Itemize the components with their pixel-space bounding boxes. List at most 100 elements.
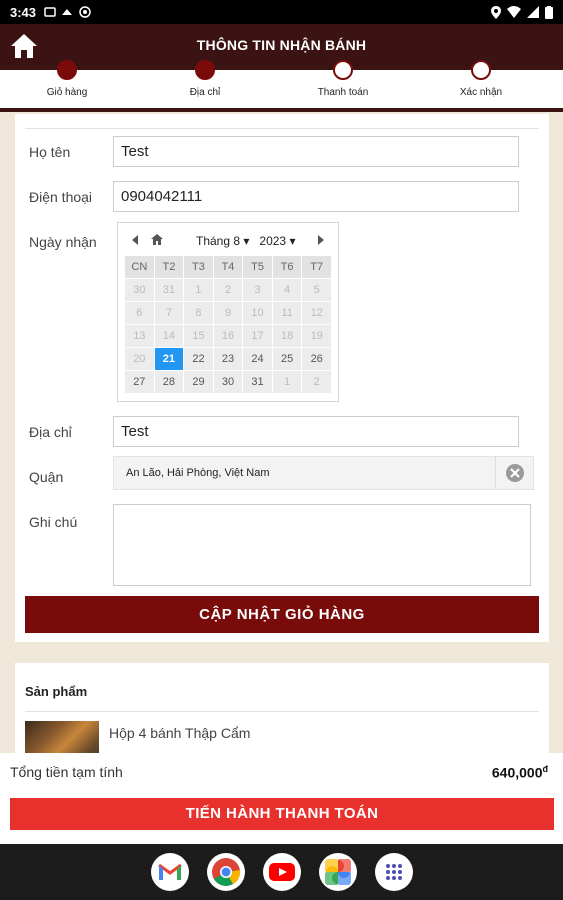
step-confirm[interactable]: Xác nhận bbox=[421, 60, 541, 98]
weekday-header: T4 bbox=[213, 256, 243, 278]
battery-icon bbox=[545, 5, 553, 19]
calendar-day[interactable]: 25 bbox=[272, 348, 302, 370]
step-dot bbox=[57, 60, 77, 80]
calendar-day[interactable]: 28 bbox=[154, 371, 184, 393]
calendar-day: 15 bbox=[184, 325, 213, 347]
calendar-day: 8 bbox=[184, 302, 213, 324]
calendar-grid: CN T2 T3 T4 T5 T6 T7 30 31 1 2 3 4 5 6 7… bbox=[124, 255, 332, 394]
prev-month-icon[interactable] bbox=[124, 234, 146, 248]
calendar-day: 30 bbox=[125, 279, 154, 301]
weekday-header: T2 bbox=[154, 256, 184, 278]
phone-field[interactable]: 0904042111 bbox=[113, 181, 519, 212]
phone-label: Điện thoại bbox=[29, 189, 93, 205]
week-row: 6 7 8 9 10 11 12 bbox=[125, 302, 331, 324]
signal-icon bbox=[527, 6, 539, 18]
checkout-bar: Tổng tiền tạm tính 640,000đ TIẾN HÀNH TH… bbox=[0, 753, 563, 844]
district-select[interactable]: An Lão, Hải Phòng, Việt Nam bbox=[113, 456, 534, 490]
calendar-day[interactable]: 24 bbox=[243, 348, 272, 370]
calendar-day[interactable]: 22 bbox=[184, 348, 213, 370]
address-field[interactable]: Test bbox=[113, 416, 519, 447]
status-time: 3:43 bbox=[10, 4, 37, 20]
calendar-day[interactable]: 1 bbox=[272, 371, 302, 393]
calendar-day: 31 bbox=[154, 279, 184, 301]
wifi-icon bbox=[507, 6, 521, 18]
products-card: Sản phẩm Hộp 4 bánh Thập Cẩm bbox=[15, 663, 549, 763]
chrome-icon[interactable] bbox=[206, 853, 245, 891]
calendar-day: 7 bbox=[154, 302, 184, 324]
step-address[interactable]: Địa chỉ bbox=[145, 60, 265, 98]
product-name: Hộp 4 bánh Thập Cẩm bbox=[109, 725, 251, 741]
step-label: Xác nhận bbox=[459, 87, 503, 98]
settings-status-icon bbox=[79, 6, 91, 18]
gmail-icon[interactable] bbox=[150, 853, 189, 891]
month-value: Tháng 8 bbox=[196, 234, 241, 248]
calendar-day[interactable]: 27 bbox=[125, 371, 154, 393]
calendar-day[interactable]: 30 bbox=[213, 371, 243, 393]
address-label: Địa chỉ bbox=[29, 424, 72, 440]
week-row: 20 21 22 23 24 25 26 bbox=[125, 348, 331, 370]
calendar-day: 3 bbox=[243, 279, 272, 301]
weekday-header: CN bbox=[125, 256, 154, 278]
month-select[interactable]: Tháng 8 ▾ bbox=[196, 234, 249, 248]
currency-symbol: đ bbox=[542, 764, 549, 774]
subtotal-amount: 640,000 bbox=[491, 764, 543, 781]
calendar-day: 9 bbox=[213, 302, 243, 324]
step-label: Địa chỉ bbox=[189, 87, 221, 98]
step-label: Thanh toán bbox=[317, 87, 369, 98]
calendar-day: 16 bbox=[213, 325, 243, 347]
date-picker: Tháng 8 ▾ 2023 ▾ CN T2 T3 T4 T5 T6 T7 30… bbox=[117, 222, 339, 402]
youtube-icon[interactable] bbox=[262, 853, 301, 891]
app-drawer-icon[interactable] bbox=[374, 853, 413, 891]
calendar-day[interactable]: 2 bbox=[302, 371, 331, 393]
calendar-day: 1 bbox=[184, 279, 213, 301]
note-label: Ghi chú bbox=[29, 514, 78, 530]
calendar-home-icon[interactable] bbox=[146, 234, 168, 248]
clear-icon[interactable] bbox=[495, 457, 533, 489]
calendar-day: 14 bbox=[154, 325, 184, 347]
calendar-day[interactable]: 26 bbox=[302, 348, 331, 370]
week-row: 30 31 1 2 3 4 5 bbox=[125, 279, 331, 301]
calendar-header: Tháng 8 ▾ 2023 ▾ bbox=[124, 227, 332, 255]
subtotal-label: Tổng tiền tạm tính bbox=[10, 764, 123, 780]
name-field[interactable]: Test bbox=[113, 136, 519, 167]
calendar-day[interactable]: 31 bbox=[243, 371, 272, 393]
delivery-form-card: Họ tên Test Điện thoại 0904042111 Ngày n… bbox=[15, 114, 549, 642]
calendar-day: 6 bbox=[125, 302, 154, 324]
calendar-day-selected[interactable]: 21 bbox=[154, 348, 184, 370]
weekday-header: T3 bbox=[184, 256, 213, 278]
calendar-day: 10 bbox=[243, 302, 272, 324]
weekday-header: T7 bbox=[302, 256, 331, 278]
step-dot bbox=[471, 60, 491, 80]
calendar-day: 11 bbox=[272, 302, 302, 324]
divider bbox=[25, 128, 539, 129]
page-title: THÔNG TIN NHẬN BÁNH bbox=[196, 37, 367, 53]
calendar-day: 20 bbox=[125, 348, 154, 370]
name-label: Họ tên bbox=[29, 144, 71, 160]
checkout-button[interactable]: TIẾN HÀNH THANH TOÁN bbox=[10, 798, 554, 830]
calendar-day: 5 bbox=[302, 279, 331, 301]
week-row: 27 28 29 30 31 1 2 bbox=[125, 371, 331, 393]
subtotal-value: 640,000đ bbox=[492, 764, 548, 781]
weekday-header: T6 bbox=[272, 256, 302, 278]
calendar-day: 17 bbox=[243, 325, 272, 347]
cast-icon bbox=[62, 9, 73, 15]
year-select[interactable]: 2023 ▾ bbox=[259, 234, 295, 248]
district-label: Quận bbox=[29, 469, 64, 485]
calendar-day: 2 bbox=[213, 279, 243, 301]
step-label: Giỏ hàng bbox=[46, 87, 88, 98]
note-field[interactable] bbox=[113, 504, 531, 586]
location-icon bbox=[491, 5, 501, 19]
calendar-day[interactable]: 23 bbox=[213, 348, 243, 370]
calendar-day: 18 bbox=[272, 325, 302, 347]
step-payment[interactable]: Thanh toán bbox=[283, 60, 403, 98]
step-cart[interactable]: Giỏ hàng bbox=[7, 60, 127, 98]
notification-icon bbox=[44, 7, 56, 17]
photos-icon[interactable] bbox=[318, 853, 357, 891]
calendar-day: 4 bbox=[272, 279, 302, 301]
year-value: 2023 bbox=[259, 234, 287, 248]
calendar-day[interactable]: 29 bbox=[184, 371, 213, 393]
update-cart-button[interactable]: CẬP NHẬT GIỎ HÀNG bbox=[25, 596, 539, 633]
app-dock bbox=[0, 844, 563, 900]
next-month-icon[interactable] bbox=[310, 234, 332, 248]
calendar-day: 13 bbox=[125, 325, 154, 347]
